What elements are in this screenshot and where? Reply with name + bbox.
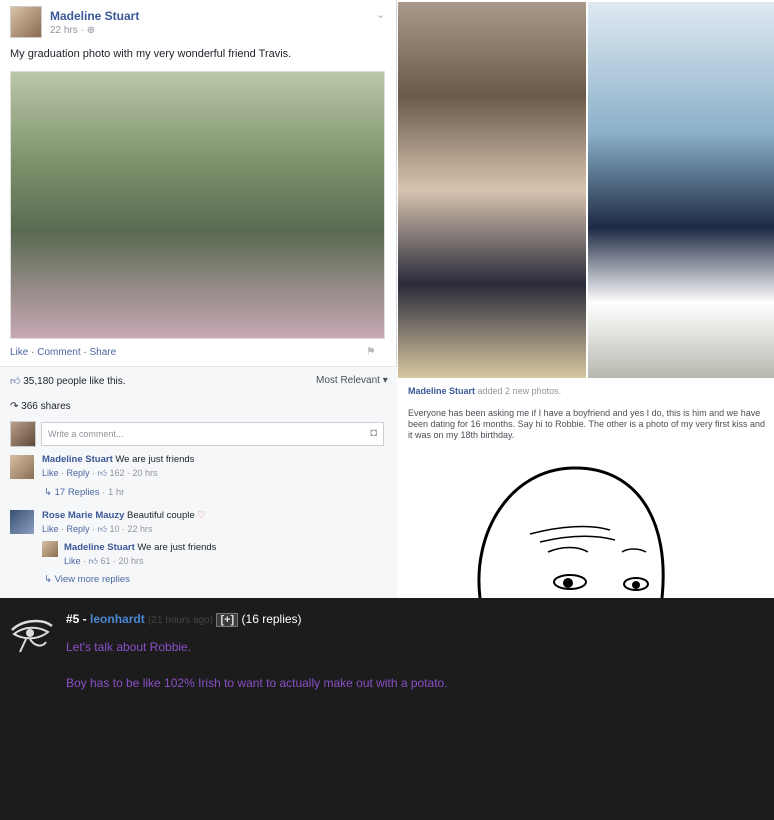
like-count[interactable]: 👍︎ 35,180 people like this. bbox=[10, 375, 126, 387]
viewer-avatar bbox=[10, 421, 36, 447]
first-kiss-photo[interactable] bbox=[588, 2, 774, 378]
reply-likes: 61 bbox=[100, 556, 111, 566]
view-replies-link[interactable]: ↳ 17 Replies · 1 hr bbox=[44, 487, 124, 498]
camera-icon[interactable]: ◘ bbox=[370, 427, 377, 439]
second-post-action: added 2 new photos. bbox=[477, 386, 562, 396]
chevron-down-icon[interactable]: ⌄ bbox=[376, 8, 385, 21]
reply-text: We are just friends bbox=[137, 542, 217, 553]
heart-emoji-icon: ♡ bbox=[197, 510, 206, 521]
comment-like-link[interactable]: Like bbox=[42, 524, 59, 534]
sort-label: Most Relevant bbox=[316, 375, 380, 386]
second-post-body: Everyone has been asking me if I have a … bbox=[408, 408, 766, 440]
comment-avatar[interactable] bbox=[10, 455, 34, 479]
comment-reply-link[interactable]: Reply bbox=[67, 524, 90, 534]
comment-meta: Like · Reply · 👍︎ 10 · 22 hrs bbox=[42, 524, 153, 534]
post-time-text: 22 hrs bbox=[50, 25, 78, 36]
reply-arrow-icon: ↳ bbox=[44, 487, 52, 498]
comment-text: Beautiful couple bbox=[127, 510, 195, 521]
share-arrow-icon: ↷ bbox=[10, 401, 19, 412]
expand-button[interactable]: [+] bbox=[216, 613, 239, 627]
comment-meta: Like · Reply · 👍︎ 162 · 20 hrs bbox=[42, 468, 158, 478]
globe-icon: ⊕ bbox=[86, 25, 96, 36]
post-author[interactable]: Madeline Stuart bbox=[50, 9, 139, 23]
comment-number: #5 - bbox=[66, 612, 87, 626]
like-button[interactable]: Like bbox=[10, 347, 28, 358]
comment-placeholder: Write a comment... bbox=[48, 429, 124, 439]
eye-of-horus-icon bbox=[11, 619, 53, 653]
flag-icon[interactable]: ⚑ bbox=[366, 345, 376, 358]
comment-avatar[interactable] bbox=[10, 510, 34, 534]
reply-avatar[interactable] bbox=[42, 541, 58, 557]
forum-time: (21 hours ago) bbox=[148, 615, 214, 626]
reply-arrow-icon: ↳ bbox=[44, 574, 52, 585]
thumbs-up-icon: 👍︎ bbox=[97, 468, 107, 478]
reply-like-link[interactable]: Like bbox=[64, 556, 81, 566]
share-count-text: 366 shares bbox=[21, 401, 71, 412]
post-caption: My graduation photo with my very wonderf… bbox=[10, 48, 292, 60]
thumbs-up-icon: 👍︎ bbox=[10, 376, 21, 387]
post-actions: Like · Comment · Share bbox=[10, 347, 117, 358]
author-avatar[interactable] bbox=[10, 6, 42, 38]
second-post-header: Madeline Stuart added 2 new photos. bbox=[408, 386, 561, 396]
forum-comment-header: #5 - leonhardt (21 hours ago) [+] (16 re… bbox=[66, 612, 302, 627]
reply-comment: Madeline Stuart We are just friends Like… bbox=[64, 542, 216, 567]
view-more-text: View more replies bbox=[54, 574, 130, 585]
comment-text: We are just friends bbox=[115, 454, 195, 465]
sort-dropdown[interactable]: Most Relevant ▾ bbox=[316, 375, 388, 386]
view-more-replies-link[interactable]: ↳ View more replies bbox=[44, 574, 130, 585]
meme-face-drawing bbox=[477, 466, 665, 598]
reply-meta: Like · 👍︎ 61 · 20 hrs bbox=[64, 556, 144, 566]
comments-section: 👍︎ 35,180 people like this. Most Relevan… bbox=[0, 366, 397, 598]
comment-reply-link[interactable]: Reply bbox=[67, 468, 90, 478]
comment-time[interactable]: 22 hrs bbox=[127, 524, 152, 534]
post-time[interactable]: 22 hrs · ⊕ bbox=[50, 25, 139, 36]
replies-time: · 1 hr bbox=[102, 487, 125, 498]
like-count-text: 35,180 people like this. bbox=[23, 376, 126, 387]
thumbs-up-icon: 👍︎ bbox=[88, 556, 98, 566]
forum-text-line: Boy has to be like 102% Irish to want to… bbox=[66, 676, 448, 690]
facebook-post: Madeline Stuart 22 hrs · ⊕ ⌄ My graduati… bbox=[0, 0, 397, 598]
comment-composer: Write a comment... ◘ bbox=[10, 421, 384, 447]
eye-of-horus-avatar[interactable] bbox=[8, 612, 54, 658]
comment: Rose Marie Mauzy Beautiful couple ♡ Like… bbox=[42, 510, 206, 535]
comment-like-link[interactable]: Like bbox=[42, 468, 59, 478]
share-count[interactable]: ↷ 366 shares bbox=[10, 401, 71, 412]
forum-text-line: Let's talk about Robbie. bbox=[66, 640, 192, 654]
comment-author[interactable]: Madeline Stuart bbox=[42, 454, 113, 465]
comment-time[interactable]: 20 hrs bbox=[132, 468, 157, 478]
reply-author[interactable]: Madeline Stuart bbox=[64, 542, 135, 553]
post-header: Madeline Stuart 22 hrs · ⊕ bbox=[10, 6, 139, 38]
comment-input[interactable]: Write a comment... ◘ bbox=[41, 422, 384, 446]
forum-replies-count: (16 replies) bbox=[241, 612, 302, 626]
comment-likes: 10 bbox=[109, 524, 120, 534]
comment-author[interactable]: Rose Marie Mauzy bbox=[42, 510, 124, 521]
meme-face-image bbox=[400, 462, 774, 598]
comment: Madeline Stuart We are just friends Like… bbox=[42, 454, 194, 479]
second-post-author[interactable]: Madeline Stuart bbox=[408, 386, 475, 396]
thumbs-up-icon: 👍︎ bbox=[97, 524, 107, 534]
forum-username[interactable]: leonhardt bbox=[90, 612, 145, 626]
second-post-caption: Madeline Stuart added 2 new photos. Ever… bbox=[400, 380, 774, 462]
comment-button[interactable]: Comment bbox=[37, 347, 80, 358]
reply-time[interactable]: 20 hrs bbox=[118, 556, 143, 566]
graduation-photo[interactable] bbox=[10, 71, 385, 339]
forum-comment: #5 - leonhardt (21 hours ago) [+] (16 re… bbox=[0, 598, 774, 820]
replies-time-text: 1 hr bbox=[107, 487, 125, 498]
replies-count: 17 Replies bbox=[54, 487, 100, 498]
comment-likes: 162 bbox=[109, 468, 125, 478]
boyfriend-photo[interactable] bbox=[398, 2, 586, 378]
share-button[interactable]: Share bbox=[90, 347, 117, 358]
